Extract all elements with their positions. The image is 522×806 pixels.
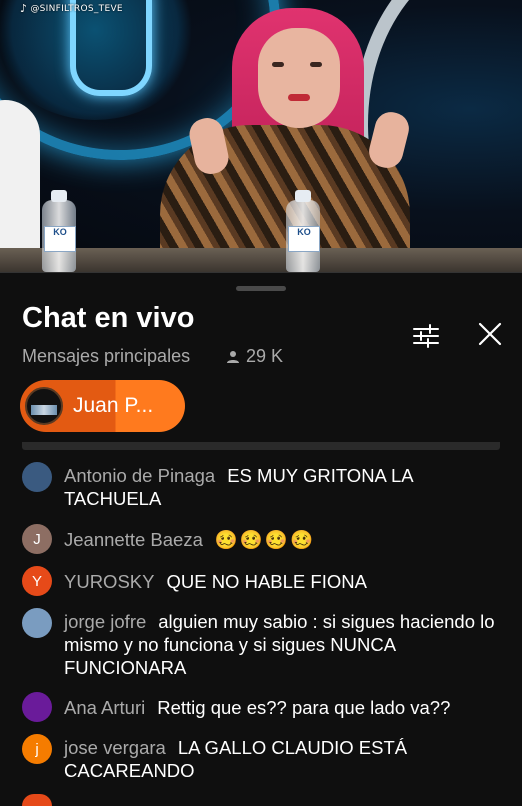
bottle-label: KO (288, 226, 320, 252)
message-body: Ana Arturi Rettig que es?? para que lado … (64, 696, 504, 719)
avatar[interactable]: Y (22, 566, 52, 596)
message-body: YUROSKY QUE NO HABLE FIONA (64, 570, 504, 593)
avatar[interactable] (22, 794, 52, 806)
presenter-face (258, 28, 340, 128)
message-body: jorge jofre alguien muy sabio : si sigues… (64, 610, 504, 679)
message-author[interactable]: Antonio de Pinaga (64, 465, 215, 486)
message-text: Rettig que es?? para que lado va?? (157, 697, 451, 718)
avatar-letter: Y (31, 572, 42, 590)
close-icon[interactable] (474, 318, 506, 350)
tiktok-icon: ♪ (20, 2, 28, 15)
message-body: jose vergara LA GALLO CLAUDIO ESTÁ CACARE… (64, 736, 504, 782)
pinned-banner-bottom (22, 442, 500, 450)
viewer-count-value: 29 K (246, 346, 284, 366)
drag-handle[interactable] (236, 286, 286, 291)
presenter-eye-left (272, 62, 284, 67)
person-icon (227, 350, 239, 363)
bottle-label: KO (44, 226, 76, 252)
presenter-eye-right (310, 62, 322, 67)
tiktok-watermark: ♪ @SINFILTROS_TEVE (20, 2, 123, 15)
viewer-count: 29 K (226, 346, 283, 367)
message-author[interactable]: YUROSKY (64, 571, 154, 592)
avatar (25, 387, 63, 425)
video-player[interactable]: KO KO ♪ @SINFILTROS_TEVE (0, 0, 522, 272)
avatar-letter: J (33, 530, 41, 548)
pinned-donation-label: Juan P... (73, 394, 154, 417)
message-text: 🥴🥴🥴🥴 (214, 530, 315, 551)
avatar[interactable]: j (22, 734, 52, 764)
water-bottle-left: KO (42, 190, 76, 272)
avatar-letter: j (35, 740, 39, 758)
avatar[interactable]: J (22, 524, 52, 554)
avatar[interactable] (22, 462, 52, 492)
message-author[interactable]: Ana Arturi (64, 697, 145, 718)
presenter-mouth (288, 94, 310, 101)
water-bottle-right: KO (286, 190, 320, 272)
message-body: Jeannette Baeza 🥴🥴🥴🥴 (64, 528, 504, 552)
message-author[interactable]: jose vergara (64, 737, 166, 758)
chat-title: Chat en vivo (22, 302, 195, 334)
avatar[interactable] (22, 692, 52, 722)
pinned-donation-chip[interactable]: Juan P... (20, 380, 185, 432)
avatar[interactable] (22, 608, 52, 638)
studio-desk (0, 248, 522, 272)
watermark-text: @SINFILTROS_TEVE (30, 3, 123, 14)
filter-settings-icon[interactable] (410, 320, 442, 352)
message-text: QUE NO HABLE FIONA (166, 571, 367, 592)
person-left-shoulder (0, 100, 40, 270)
message-author[interactable]: jorge jofre (64, 611, 146, 632)
message-body: Antonio de Pinaga ES MUY GRITONA LA TACHU… (64, 464, 504, 510)
message-author[interactable]: Jeannette Baeza (64, 529, 203, 550)
chat-mode-selector[interactable]: Mensajes principales (22, 346, 190, 367)
